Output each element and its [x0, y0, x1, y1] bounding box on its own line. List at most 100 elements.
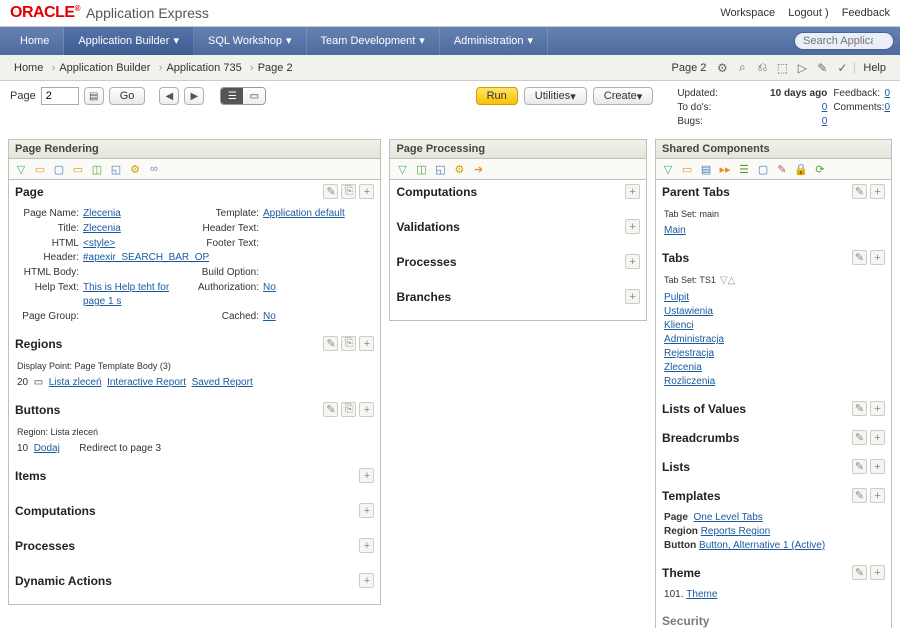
- add-icon[interactable]: +: [359, 538, 374, 553]
- nav-sql-workshop[interactable]: SQL Workshop▾: [194, 27, 307, 55]
- todos-link[interactable]: 0: [822, 102, 828, 113]
- add-icon[interactable]: +: [625, 184, 640, 199]
- tree-icon[interactable]: ▽: [660, 161, 676, 177]
- template-link[interactable]: Application default: [263, 207, 372, 221]
- next-page-button[interactable]: ▶: [184, 87, 204, 105]
- button-dodaj-link[interactable]: Dodaj: [34, 443, 60, 454]
- tab-zlecenia[interactable]: Zlecenia: [664, 361, 883, 375]
- copy-icon[interactable]: ⎘: [341, 336, 356, 351]
- tab-ustawienia[interactable]: Ustawienia: [664, 305, 883, 319]
- tab-rejestracja[interactable]: Rejestracja: [664, 347, 883, 361]
- edit-icon[interactable]: ✎: [852, 250, 867, 265]
- tpl-page-link[interactable]: One Level Tabs: [694, 512, 763, 523]
- comments-link[interactable]: 0: [884, 102, 890, 113]
- auth-link[interactable]: No: [263, 281, 372, 309]
- tab-icon[interactable]: ▭: [679, 161, 695, 177]
- go-button[interactable]: Go: [109, 87, 146, 105]
- button-icon[interactable]: ▭: [70, 161, 86, 177]
- tree-icon[interactable]: ▽: [394, 161, 410, 177]
- export-icon[interactable]: ⬚: [774, 60, 790, 76]
- da-icon[interactable]: ∞: [146, 161, 162, 177]
- add-icon[interactable]: +: [870, 565, 885, 580]
- crumb-home[interactable]: Home: [6, 62, 51, 74]
- tab-administracja[interactable]: Administracja: [664, 333, 883, 347]
- nav-app-builder[interactable]: Application Builder▾: [64, 27, 194, 55]
- feedback-val-link[interactable]: 0: [884, 88, 890, 99]
- create-button[interactable]: Create ▾: [593, 87, 654, 105]
- logout-link[interactable]: Logout ): [788, 7, 828, 19]
- edit-icon[interactable]: ✎: [323, 336, 338, 351]
- comp-icon[interactable]: ◫: [413, 161, 429, 177]
- bugs-link[interactable]: 0: [822, 116, 828, 127]
- add-icon[interactable]: +: [359, 184, 374, 199]
- main-tab-link[interactable]: Main: [664, 225, 686, 236]
- edit-icon[interactable]: ✎: [852, 430, 867, 445]
- region-icon[interactable]: ▢: [51, 161, 67, 177]
- help-link[interactable]: Help: [854, 62, 894, 74]
- gear-icon[interactable]: ⚙: [714, 60, 730, 76]
- feedback-link[interactable]: Feedback: [842, 7, 890, 19]
- edit-icon[interactable]: ✎: [323, 402, 338, 417]
- add-icon[interactable]: +: [359, 503, 374, 518]
- add-icon[interactable]: +: [625, 289, 640, 304]
- view-tree-icon[interactable]: ☰: [221, 88, 243, 104]
- sort-icon[interactable]: ▽△: [720, 275, 735, 286]
- tab-pulpit[interactable]: Pulpit: [664, 291, 883, 305]
- add-icon[interactable]: +: [870, 430, 885, 445]
- add-icon[interactable]: +: [359, 336, 374, 351]
- val-icon[interactable]: ◱: [432, 161, 448, 177]
- comp-icon[interactable]: ◱: [108, 161, 124, 177]
- item-icon[interactable]: ◫: [89, 161, 105, 177]
- page-input[interactable]: [41, 87, 79, 105]
- cached-link[interactable]: No: [263, 310, 372, 324]
- add-icon[interactable]: +: [870, 250, 885, 265]
- crumb-app[interactable]: Application 735: [158, 62, 249, 74]
- html-header-link[interactable]: <style> #apexir_SEARCH_BAR_OP: [83, 237, 193, 265]
- nav-icon[interactable]: ⟳: [812, 161, 828, 177]
- copy-icon[interactable]: ⎘: [341, 402, 356, 417]
- run-icon[interactable]: ▷: [794, 60, 810, 76]
- edit-icon[interactable]: ✎: [323, 184, 338, 199]
- run-button[interactable]: Run: [476, 87, 518, 105]
- page-icon[interactable]: ▭: [32, 161, 48, 177]
- add-icon[interactable]: +: [359, 468, 374, 483]
- add-icon[interactable]: +: [359, 402, 374, 417]
- utilities-button[interactable]: Utilities ▾: [524, 87, 587, 105]
- help-text-link[interactable]: This is Help teht for page 1 s: [83, 281, 193, 309]
- ir-link[interactable]: Interactive Report: [107, 377, 186, 388]
- edit-icon[interactable]: ✎: [852, 488, 867, 503]
- saved-report-link[interactable]: Saved Report: [192, 377, 253, 388]
- add-icon[interactable]: +: [870, 488, 885, 503]
- tpl-button-link[interactable]: Button, Alternative 1 (Active): [699, 540, 825, 551]
- add-icon[interactable]: +: [359, 573, 374, 588]
- nav-home[interactable]: Home: [6, 27, 64, 55]
- crumb-app-builder[interactable]: Application Builder: [51, 62, 158, 74]
- tab-rozliczenia[interactable]: Rozliczenia: [664, 375, 883, 389]
- add-icon[interactable]: +: [625, 254, 640, 269]
- nav-team-dev[interactable]: Team Development▾: [307, 27, 440, 55]
- edit-icon[interactable]: ✓: [834, 60, 850, 76]
- edit-icon[interactable]: ✎: [852, 565, 867, 580]
- page-name-link[interactable]: Zlecenia: [83, 207, 193, 221]
- comment-icon[interactable]: ✎: [814, 60, 830, 76]
- add-icon[interactable]: +: [870, 184, 885, 199]
- edit-icon[interactable]: ✎: [852, 401, 867, 416]
- gear-icon[interactable]: ⚙: [127, 161, 143, 177]
- list-icon[interactable]: ☰: [736, 161, 752, 177]
- lock-icon[interactable]: ⎌: [754, 60, 770, 76]
- tree-icon[interactable]: ▽: [13, 161, 29, 177]
- edit-icon[interactable]: ✎: [852, 459, 867, 474]
- search-input[interactable]: [794, 32, 894, 50]
- add-icon[interactable]: +: [870, 401, 885, 416]
- view-component-icon[interactable]: ▭: [243, 88, 265, 104]
- theme-icon[interactable]: ✎: [774, 161, 790, 177]
- lov-icon[interactable]: ▤: [698, 161, 714, 177]
- title-link[interactable]: Zlecenia: [83, 222, 193, 236]
- gear-icon[interactable]: ⚙: [451, 161, 467, 177]
- lock-icon[interactable]: 🔒: [793, 161, 809, 177]
- nav-admin[interactable]: Administration▾: [440, 27, 548, 55]
- arrow-icon[interactable]: ➔: [470, 161, 486, 177]
- crumb-page[interactable]: Page 2: [250, 62, 301, 74]
- tab-klienci[interactable]: Klienci: [664, 319, 883, 333]
- region-link[interactable]: Lista zleceń: [49, 377, 102, 388]
